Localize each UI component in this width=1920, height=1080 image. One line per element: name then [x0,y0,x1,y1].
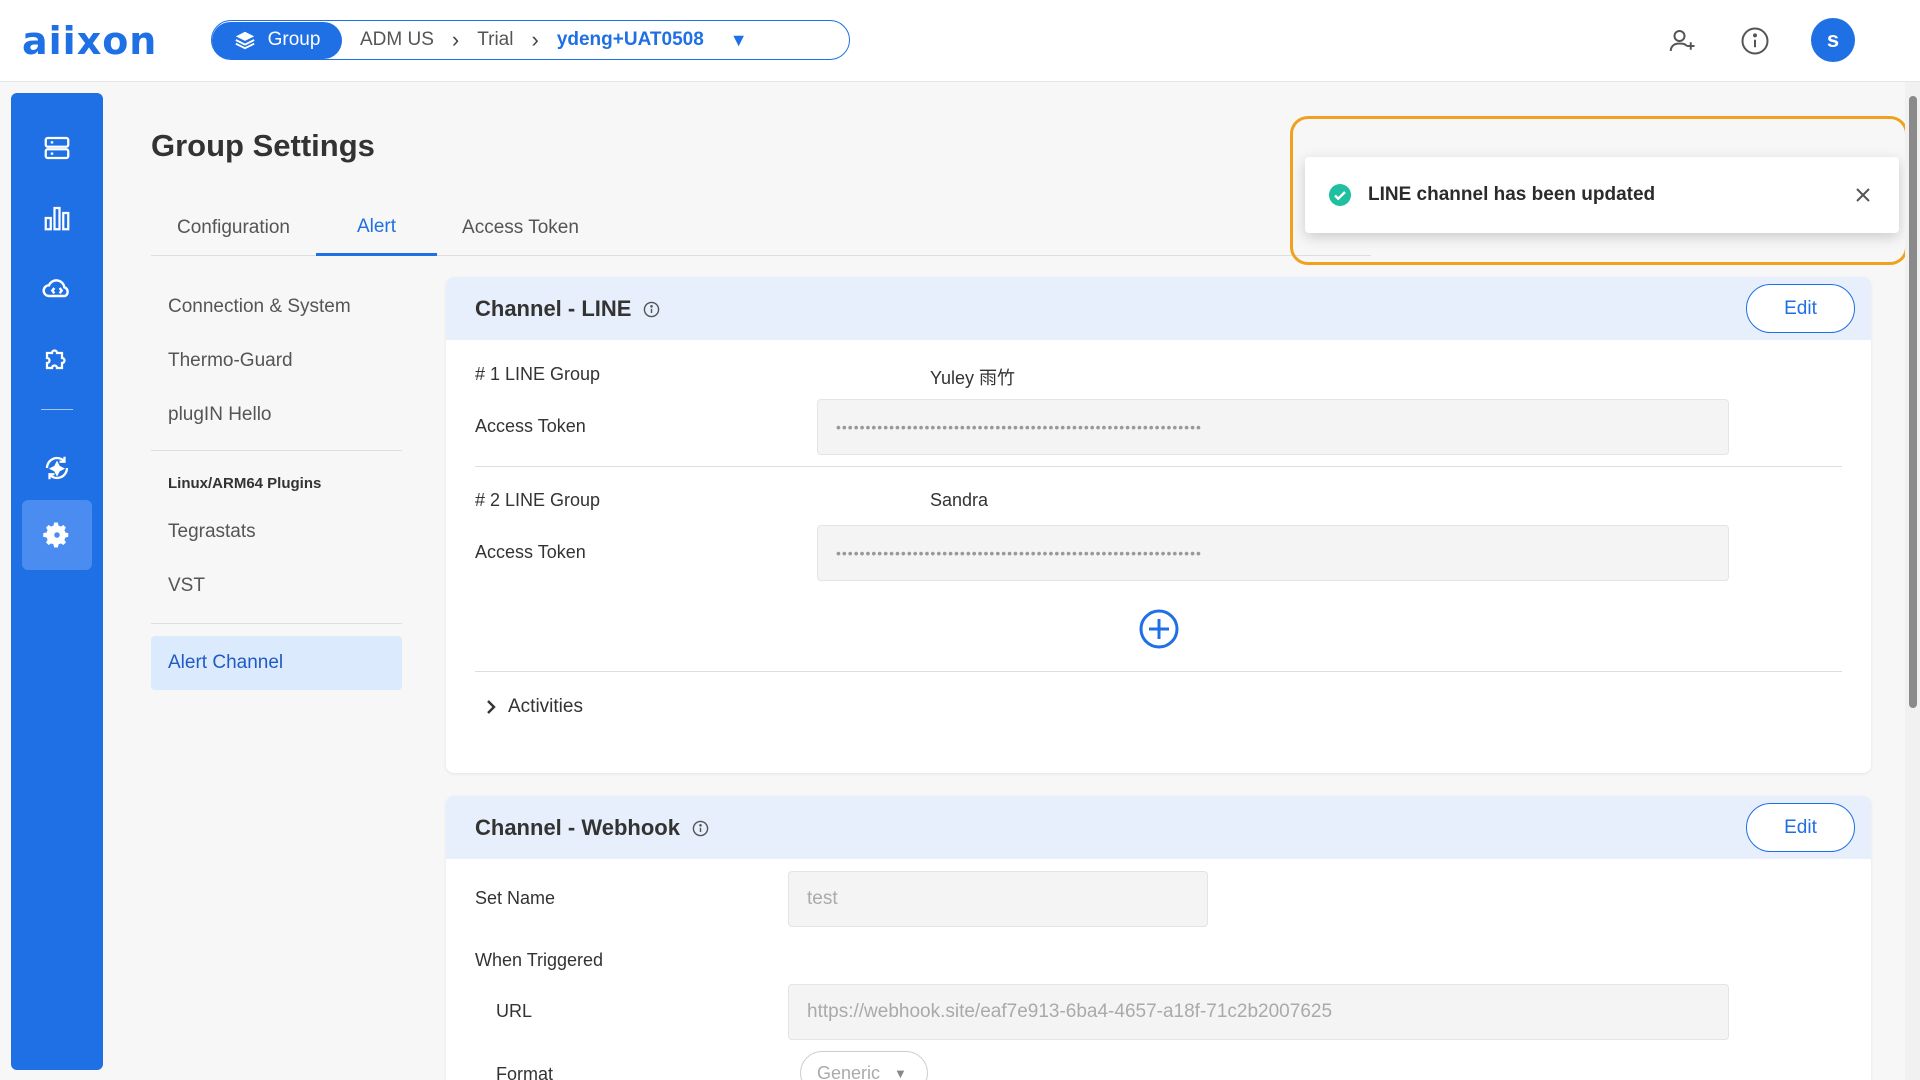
line-channel-card: Channel - LINE Edit # 1 LINE Group Yuley… [446,277,1871,773]
user-avatar[interactable]: s [1811,18,1855,62]
crumb-org[interactable]: ADM US [342,29,452,51]
tab-configuration[interactable]: Configuration [151,200,316,256]
webhook-card-title-text: Channel - Webhook [475,815,680,840]
line-group-1-label: # 1 LINE Group [475,364,601,384]
group-crumb[interactable]: Group [212,21,342,59]
line-edit-button[interactable]: Edit [1746,284,1855,333]
group-divider [475,466,1842,467]
caret-down-icon[interactable]: ▼ [730,30,748,51]
gear-icon[interactable] [22,500,92,570]
tab-alert[interactable]: Alert [316,200,437,256]
page-title: Group Settings [151,128,375,163]
webhook-edit-button[interactable]: Edit [1746,803,1855,852]
line-card-title: Channel - LINE [475,296,660,322]
info-icon[interactable] [692,820,709,837]
breadcrumb: Group ADM US › Trial › ydeng+UAT0508 ▼ [211,20,850,60]
crumb-plan[interactable]: Trial [459,29,531,51]
line-group-2-token-field[interactable]: ••••••••••••••••••••••••••••••••••••••••… [817,525,1729,581]
success-toast: LINE channel has been updated [1305,157,1899,233]
settings-tabs: Configuration Alert Access Token [151,200,1371,256]
nav-rail [11,93,103,1070]
deploy-icon[interactable] [22,433,92,503]
activities-toggle[interactable]: Activities [484,696,583,718]
menu-item-thermo-guard[interactable]: Thermo-Guard [151,334,402,388]
menu-item-connection-system[interactable]: Connection & System [151,280,402,334]
menu-divider [151,623,402,624]
line-card-title-text: Channel - LINE [475,296,632,321]
line-group-2-name: Sandra [930,490,989,510]
webhook-card-title: Channel - Webhook [475,815,709,841]
chevron-right-icon: › [451,27,460,52]
format-select[interactable]: Generic ▼ [800,1051,928,1080]
activities-divider [475,671,1842,672]
set-name-field[interactable]: test [788,871,1208,927]
tab-access-token[interactable]: Access Token [437,200,604,256]
close-icon[interactable] [1852,184,1874,206]
set-name-label: Set Name [475,888,556,908]
caret-down-icon: ▼ [894,1065,907,1080]
menu-heading: Linux/ARM64 Plugins [168,475,322,492]
line-group-2-label: # 2 LINE Group [475,490,601,510]
info-icon[interactable] [643,301,660,318]
line-group-2-token-label: Access Token [475,542,586,562]
rail-divider [41,409,73,410]
chevron-right-icon: › [531,27,539,52]
line-group-1-token-field[interactable]: ••••••••••••••••••••••••••••••••••••••••… [817,399,1729,455]
crumb-current[interactable]: ydeng+UAT0508 [539,29,730,51]
format-select-value: Generic [817,1062,881,1080]
cloud-sync-icon[interactable] [22,253,92,323]
when-triggered-label: When Triggered [475,950,604,970]
menu-item-plugin-hello[interactable]: plugIN Hello [151,388,402,442]
format-label: Format [496,1064,554,1080]
add-circle-icon[interactable] [1138,608,1180,650]
line-group-1-name: Yuley 雨竹 [930,368,1016,388]
menu-item-tegrastats[interactable]: Tegrastats [151,505,402,559]
toast-message: LINE channel has been updated [1368,184,1656,205]
puzzle-icon[interactable] [22,323,92,393]
app-logo[interactable]: aiixon [22,22,157,60]
group-crumb-label: Group [267,29,321,50]
menu-item-vst[interactable]: VST [151,559,402,613]
menu-divider [151,450,402,451]
webhook-card-header: Channel - Webhook Edit [446,796,1871,859]
activities-label: Activities [508,696,583,717]
chevron-right-icon [487,700,496,714]
scrollbar-thumb[interactable] [1909,96,1917,708]
line-group-1-token-label: Access Token [475,416,586,436]
url-field[interactable]: https://webhook.site/eaf7e913-6ba4-4657-… [788,984,1729,1040]
top-bar: aiixon Group ADM US › Trial › ydeng+UAT0… [0,0,1920,82]
add-user-icon[interactable] [1665,24,1699,58]
line-card-header: Channel - LINE Edit [446,277,1871,340]
url-label: URL [496,1001,533,1021]
check-circle-icon [1329,184,1351,206]
layers-icon [235,31,255,50]
webhook-channel-card: Channel - Webhook Edit Set Name test Whe… [446,796,1871,1080]
menu-item-alert-channel[interactable]: Alert Channel [151,636,402,690]
chart-icon[interactable] [22,183,92,253]
info-icon[interactable] [1738,24,1772,58]
server-icon[interactable] [22,113,92,183]
